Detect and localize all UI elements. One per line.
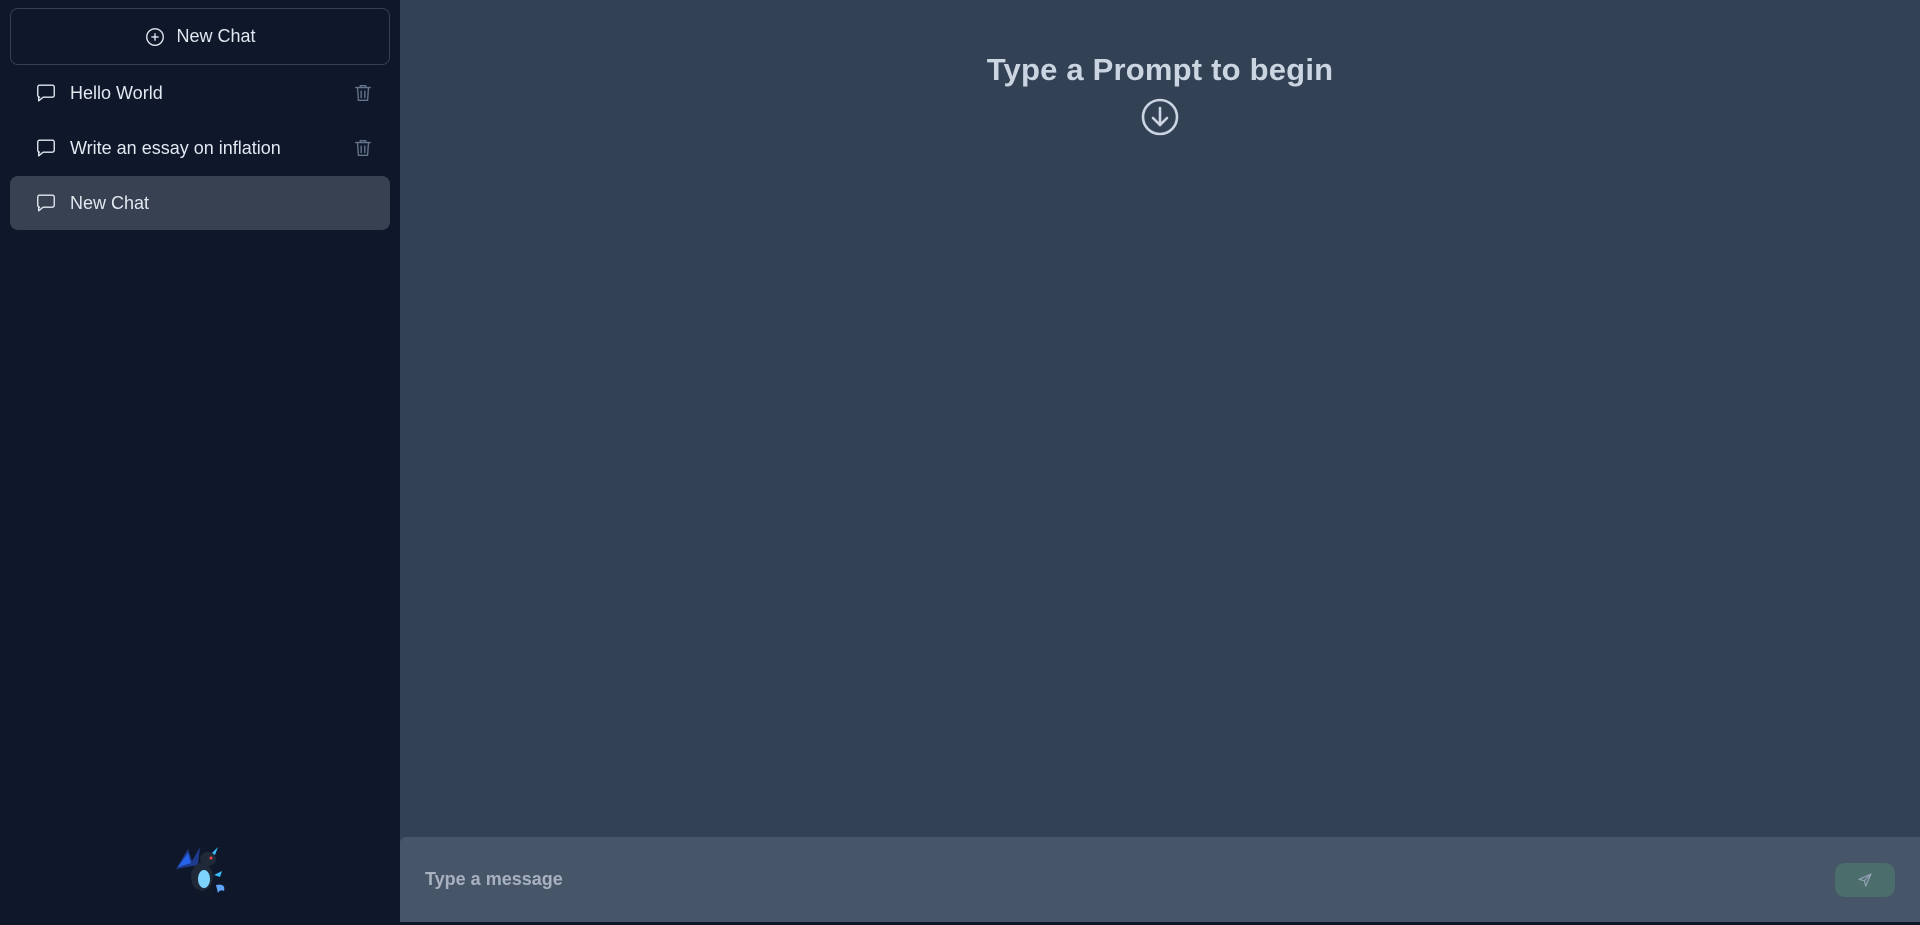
message-bubble-icon: [35, 137, 57, 159]
prompt-header: Type a Prompt to begin: [400, 48, 1920, 137]
send-icon: [1857, 872, 1873, 888]
dragon-avatar-icon: [176, 847, 225, 897]
sidebar-item-label: Hello World: [70, 82, 163, 103]
new-chat-label: New Chat: [176, 26, 256, 46]
send-button[interactable]: [1835, 862, 1895, 897]
main-panel: Type a Prompt to begin: [400, 0, 1920, 925]
page-title: Type a Prompt to begin: [986, 52, 1334, 87]
message-bubble-icon: [35, 192, 57, 214]
message-bubble-icon: [35, 82, 57, 104]
sidebar-item-hello-world[interactable]: Hello World: [10, 66, 390, 120]
new-chat-button[interactable]: New Chat: [10, 8, 390, 65]
sidebar-item-label: Write an essay on inflation: [70, 137, 281, 158]
chat-list: Hello World Write an essay on inflation …: [0, 65, 400, 230]
arrow-down-circle-icon: [1140, 97, 1180, 137]
avatar: [168, 839, 232, 903]
sidebar-item-label: New Chat: [70, 192, 150, 213]
sidebar-item-new-chat[interactable]: New Chat: [10, 176, 390, 230]
trash-icon[interactable]: [352, 137, 374, 159]
message-input[interactable]: [425, 859, 1835, 900]
sidebar-item-essay-inflation[interactable]: Write an essay on inflation: [10, 121, 390, 175]
plus-circle-icon: [144, 26, 166, 48]
message-composer: [400, 837, 1920, 922]
sidebar: New Chat Hello World Write an essay on i…: [0, 0, 400, 925]
app-window: New Chat Hello World Write an essay on i…: [0, 0, 1920, 925]
trash-icon[interactable]: [352, 82, 374, 104]
